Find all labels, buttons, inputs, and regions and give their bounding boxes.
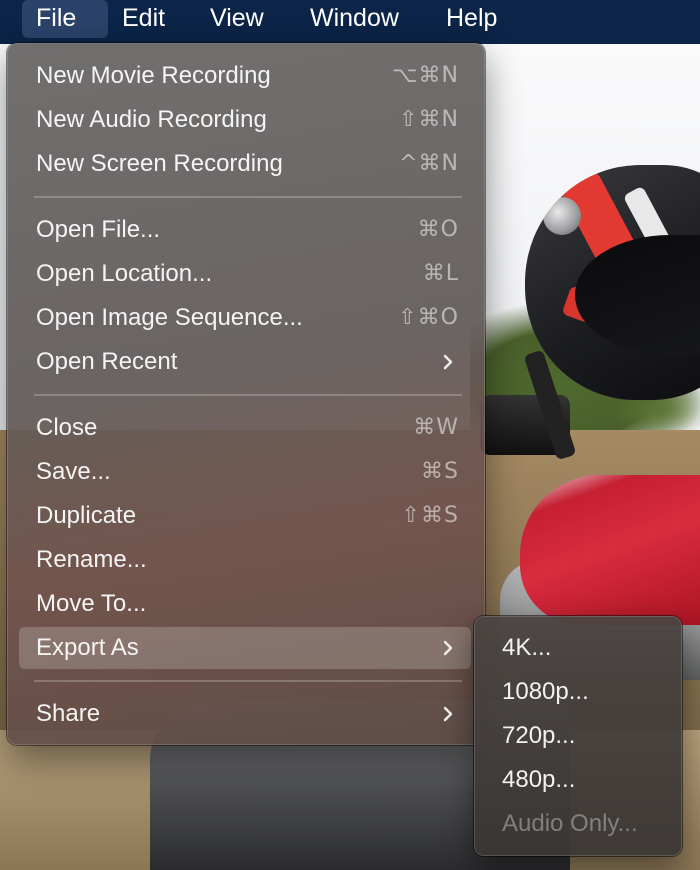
submenu-item-480p[interactable]: 480p... [484, 758, 672, 802]
menu-item-label: Close [36, 414, 98, 441]
export-as-submenu: 4K... 1080p... 720p... 480p... Audio Onl… [474, 616, 682, 856]
helmet-visor-pivot [543, 197, 581, 235]
menu-item-close[interactable]: Close ⌘W [19, 407, 471, 449]
menu-item-label: Share [36, 700, 101, 727]
menubar-view[interactable]: View [196, 0, 278, 38]
motorcycle-fuel-tank [520, 475, 700, 625]
menu-item-open-image-sequence[interactable]: Open Image Sequence... ⇧⌘O [19, 297, 471, 339]
menubar-help[interactable]: Help [432, 0, 511, 38]
submenu-item-label: 1080p... [502, 678, 589, 705]
menu-item-label: Open Recent [36, 348, 178, 375]
shortcut-label: ^⌘N [399, 151, 459, 176]
menu-separator [34, 680, 462, 682]
submenu-item-label: 4K... [502, 634, 552, 661]
menu-separator [34, 196, 462, 198]
menubar-window[interactable]: Window [296, 0, 413, 38]
shortcut-label: ⌘L [422, 261, 459, 286]
menu-item-label: Export As [36, 634, 139, 661]
menu-item-open-recent[interactable]: Open Recent [19, 341, 471, 383]
menu-item-share[interactable]: Share [19, 693, 471, 735]
submenu-item-label: 720p... [502, 722, 576, 749]
menubar-file[interactable]: File [22, 0, 108, 38]
submenu-item-1080p[interactable]: 1080p... [484, 670, 672, 714]
shortcut-label: ⇧⌘S [401, 503, 459, 528]
menu-bar: File Edit View Window Help [0, 0, 700, 44]
chevron-right-icon [443, 354, 453, 370]
chevron-right-icon [443, 706, 453, 722]
menu-item-label: Rename... [36, 546, 147, 573]
menu-item-open-file[interactable]: Open File... ⌘O [19, 209, 471, 251]
file-menu: New Movie Recording ⌥⌘N New Audio Record… [7, 43, 485, 745]
menu-item-label: New Screen Recording [36, 150, 283, 177]
submenu-item-label: 480p... [502, 766, 576, 793]
menu-separator [34, 394, 462, 396]
menu-item-rename[interactable]: Rename... [19, 539, 471, 581]
menu-item-new-movie-recording[interactable]: New Movie Recording ⌥⌘N [19, 55, 471, 97]
menu-item-label: Open Location... [36, 260, 213, 287]
menu-item-label: Open Image Sequence... [36, 304, 303, 331]
menubar-edit[interactable]: Edit [108, 0, 179, 38]
menu-item-export-as[interactable]: Export As [19, 627, 471, 669]
menu-item-label: Move To... [36, 590, 147, 617]
shortcut-label: ⇧⌘O [398, 305, 459, 330]
menu-item-new-audio-recording[interactable]: New Audio Recording ⇧⌘N [19, 99, 471, 141]
shortcut-label: ⌘O [417, 217, 459, 242]
menu-item-label: Duplicate [36, 502, 137, 529]
menu-item-save[interactable]: Save... ⌘S [19, 451, 471, 493]
chevron-right-icon [443, 640, 453, 656]
shortcut-label: ⌥⌘N [392, 63, 459, 88]
shortcut-label: ⌘S [421, 459, 459, 484]
submenu-item-4k[interactable]: 4K... [484, 626, 672, 670]
submenu-item-720p[interactable]: 720p... [484, 714, 672, 758]
submenu-item-label: Audio Only... [502, 810, 638, 837]
menu-item-duplicate[interactable]: Duplicate ⇧⌘S [19, 495, 471, 537]
menu-item-label: Save... [36, 458, 111, 485]
menu-item-label: New Audio Recording [36, 106, 267, 133]
menu-item-label: Open File... [36, 216, 161, 243]
menu-item-label: New Movie Recording [36, 62, 271, 89]
menu-item-new-screen-recording[interactable]: New Screen Recording ^⌘N [19, 143, 471, 185]
submenu-item-audio-only: Audio Only... [484, 802, 672, 846]
menu-item-move-to[interactable]: Move To... [19, 583, 471, 625]
shortcut-label: ⇧⌘N [399, 107, 459, 132]
menu-item-open-location[interactable]: Open Location... ⌘L [19, 253, 471, 295]
shortcut-label: ⌘W [413, 415, 459, 440]
